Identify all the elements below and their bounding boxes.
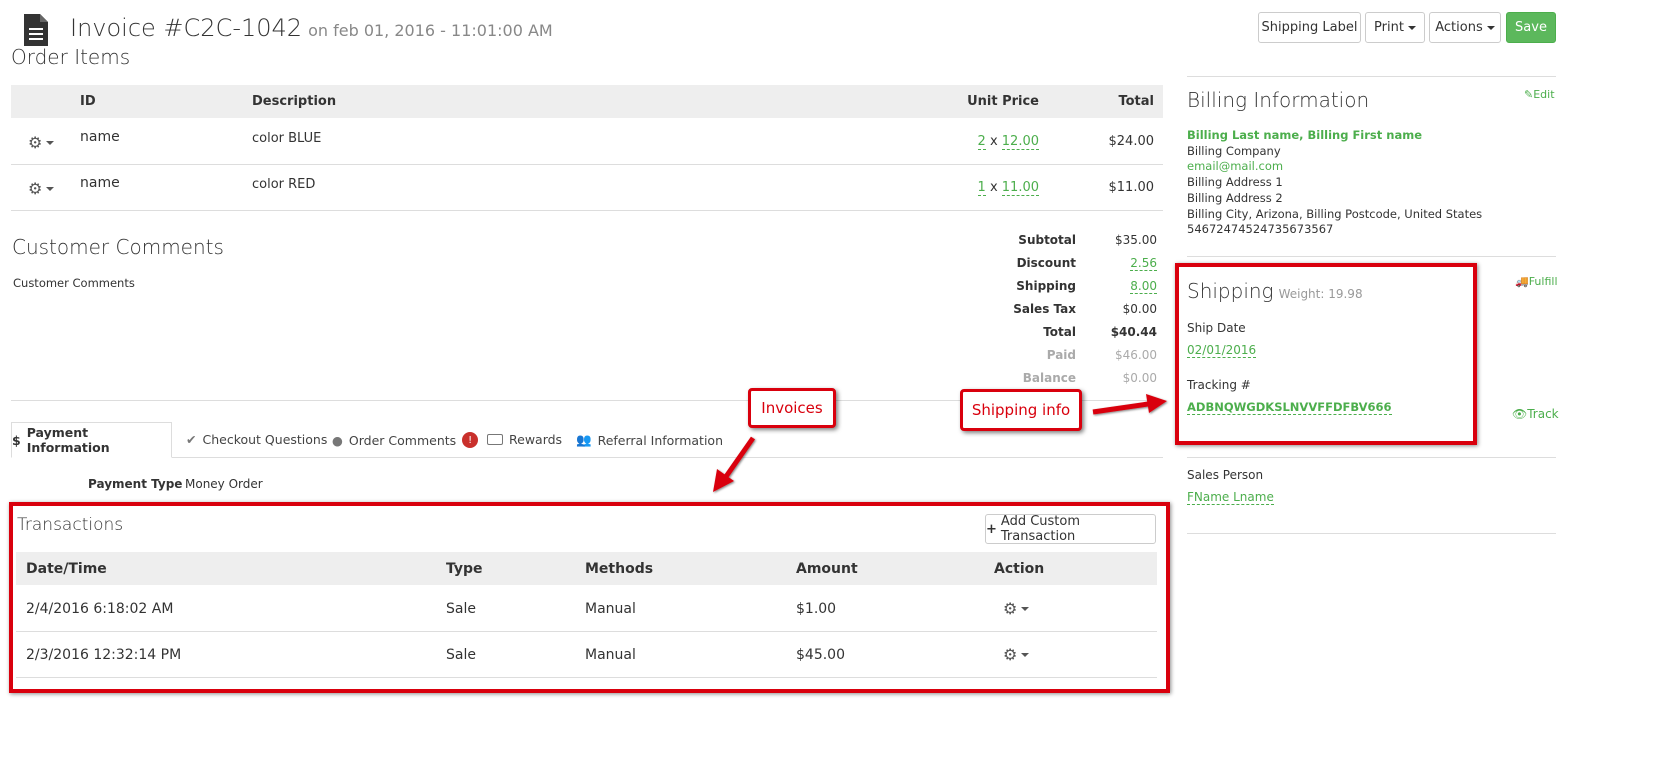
shipping-info-arrow — [1092, 394, 1167, 415]
invoices-arrow — [713, 436, 756, 492]
annotation-arrows — [713, 394, 1167, 492]
